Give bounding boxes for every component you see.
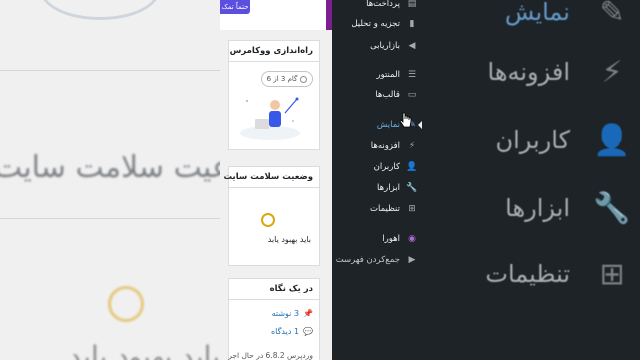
sidebar-item-label: تنظیمات <box>370 204 400 214</box>
sidebar-item-label: پرداخت‌ها <box>366 0 400 9</box>
sidebar-item-settings[interactable]: ⊞ تنظیمات <box>334 200 418 218</box>
sidebar-item-plugins[interactable]: ⚡ افزونه‌ها <box>334 137 418 155</box>
wordpress-version-text: وردپرس 6.8.2 در حال اجر <box>228 351 313 360</box>
sidebar-item-label: تجزیه و تحلیل <box>351 19 400 29</box>
ahura-icon: ◉ <box>408 234 416 244</box>
sidebar-item-label: بازاریابی <box>370 41 400 51</box>
posts-count-link[interactable]: 📌3 نوشته <box>272 309 313 318</box>
panel-title: راه‌اندازی ووکامرس <box>229 41 319 62</box>
sidebar-item-ahura[interactable]: ◉ اهورا <box>334 230 418 248</box>
sidebar-item-label: جمع‌کردن فهرست <box>335 255 400 265</box>
users-icon: 👤 <box>406 162 418 172</box>
comments-count-label: 1 دیدگاه <box>270 327 300 336</box>
promo-banner: حتماً تمک <box>220 0 332 30</box>
payments-icon: ▤ <box>407 0 417 9</box>
settings-icon: ⊞ <box>599 256 625 292</box>
tools-icon: 🔧 <box>593 190 631 226</box>
sidebar-item-label: ابزارها <box>377 183 400 193</box>
zoomed-menu-appearance: ✎ نمایش <box>422 0 640 42</box>
illustration-fragment <box>40 0 160 20</box>
sidebar-collapse-menu[interactable]: ▶ جمع‌کردن فهرست <box>334 251 418 269</box>
pin-icon: 📌 <box>303 309 313 318</box>
settings-icon: ⊞ <box>408 204 416 214</box>
admin-sidebar: ▤ پرداخت‌ها ▮ تجزیه و تحلیل ◀ بازاریابی ☰ ال… <box>332 0 423 360</box>
zoomed-label: ابزارها <box>505 194 570 222</box>
marketing-icon: ◀ <box>408 41 416 51</box>
zoomed-label: تنظیمات <box>485 260 570 288</box>
tools-icon: 🔧 <box>406 183 418 193</box>
divider <box>0 70 220 71</box>
sidebar-item-marketing[interactable]: ◀ بازاریابی <box>334 37 418 55</box>
zoomed-label: نمایش <box>504 0 570 26</box>
zoomed-label: افزونه‌ها <box>487 58 571 86</box>
sidebar-item-analytics[interactable]: ▮ تجزیه و تحلیل <box>334 15 418 33</box>
sidebar-item-elementor[interactable]: ☰ المنتور <box>334 66 418 84</box>
posts-count-label: 3 نوشته <box>271 309 300 318</box>
panel-title: وضعیت سلامت سایت <box>224 167 319 188</box>
sidebar-item-label: قالب‌ها <box>375 90 400 100</box>
sidebar-item-label: کاربران <box>373 162 400 172</box>
sidebar-item-label: اهورا <box>382 234 400 244</box>
zoomed-site-health-title: عیت سلامت سایت <box>0 150 220 185</box>
health-status-ring <box>261 213 275 227</box>
sidebar-item-tools[interactable]: 🔧 ابزارها <box>334 179 418 197</box>
progress-ring-icon <box>300 75 308 83</box>
at-a-glance-panel: در یک نگاه 📌3 نوشته 💬1 دیدگاه وردپرس 6.8… <box>228 278 320 360</box>
zoomed-background-right: ✎ نمایش ⚡ افزونه‌ها 👤 کاربران 🔧 ابزارها ⊞ تنظ… <box>422 0 640 360</box>
plugins-icon: ⚡ <box>408 141 416 151</box>
setup-steps-badge[interactable]: گام 3 از 6 <box>261 71 313 87</box>
promo-button[interactable]: حتماً تمک <box>220 0 250 14</box>
setup-illustration <box>240 97 300 140</box>
site-health-panel: وضعیت سلامت سایت باید بهبود یابد <box>224 166 320 266</box>
sidebar-item-templates[interactable]: ▭ قالب‌ها <box>334 86 418 104</box>
woocommerce-setup-panel: راه‌اندازی ووکامرس گام 3 از 6 <box>228 40 320 150</box>
collapse-icon: ▶ <box>408 255 416 265</box>
dashboard-main: حتماً تمک راه‌اندازی ووکامرس گام 3 از 6 … <box>220 0 332 360</box>
sidebar-item-payments[interactable]: ▤ پرداخت‌ها <box>334 0 418 13</box>
sidebar-item-label: افزونه‌ها <box>370 141 400 151</box>
steps-label: گام 3 از 6 <box>266 75 298 83</box>
comment-icon: 💬 <box>303 327 313 336</box>
zoomed-background-left: عیت سلامت سایت باید بهبود یابد <box>0 0 220 360</box>
panel-title: در یک نگاه <box>229 279 319 300</box>
zoomed-label: کاربران <box>495 126 570 154</box>
users-icon: 👤 <box>593 122 631 158</box>
sidebar-item-users[interactable]: 👤 کاربران <box>334 158 418 176</box>
zoomed-menu-plugins: ⚡ افزونه‌ها <box>422 42 640 102</box>
plugins-icon: ⚡ <box>601 54 623 90</box>
sidebar-item-label: نمایش <box>376 120 400 130</box>
divider <box>0 218 220 219</box>
health-status-text: باید بهبود یابد <box>267 235 311 244</box>
zoomed-health-ring <box>108 286 144 322</box>
zoomed-menu-settings: ⊞ تنظیمات <box>422 244 640 304</box>
sidebar-item-label: المنتور <box>376 70 401 80</box>
templates-icon: ▭ <box>407 90 417 100</box>
brush-icon: ✎ <box>599 0 625 30</box>
comments-count-link[interactable]: 💬1 دیدگاه <box>271 327 313 336</box>
analytics-icon: ▮ <box>409 19 415 29</box>
zoomed-menu-users: 👤 کاربران <box>422 110 640 170</box>
zoomed-health-status: باید بهبود یابد <box>68 340 220 360</box>
zoomed-menu-tools: 🔧 ابزارها <box>422 178 640 238</box>
elementor-icon: ☰ <box>407 70 417 80</box>
mouse-cursor-icon <box>400 112 412 128</box>
